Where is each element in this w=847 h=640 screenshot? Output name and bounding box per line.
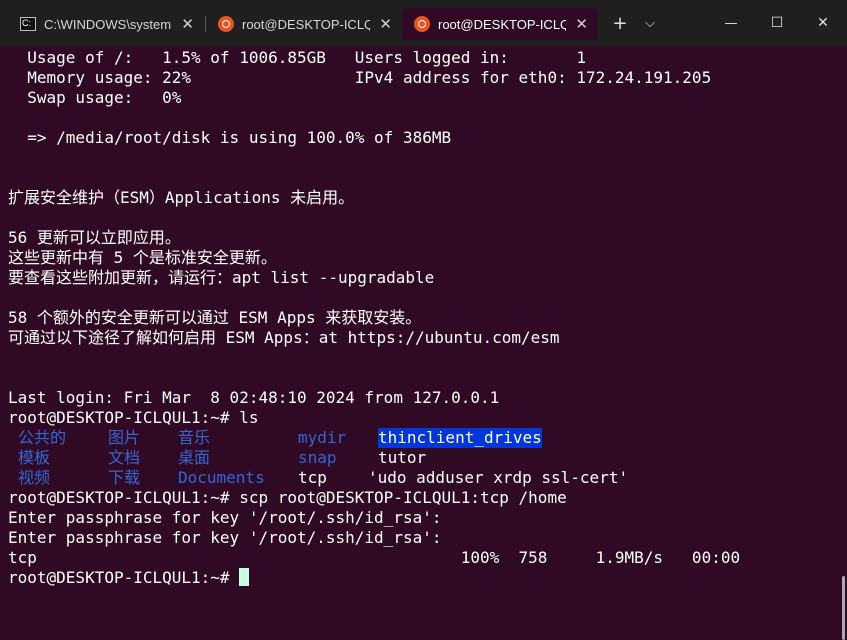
terminal-line: Swap usage: 0% [8,88,182,107]
ls-entry: 模板 [18,448,51,467]
terminal-line: Enter passphrase for key '/root/.ssh/id_… [8,508,442,527]
ls-entry: 音乐 [178,428,211,447]
tab-label: root@DESKTOP-ICLQUL1: ~ [438,16,566,32]
ls-entry: 文档 [108,448,141,467]
close-window-button[interactable]: ✕ [800,8,846,38]
ls-entry: 桌面 [178,448,211,467]
ubuntu-icon [218,16,234,32]
maximize-button[interactable]: ☐ [754,8,800,38]
tab-ubuntu-1[interactable]: root@DESKTOP-ICLQUL1: ~ ✕ [206,8,402,40]
minimize-button[interactable]: — [708,8,754,38]
cmd-icon: C: [20,17,36,31]
title-bar: C: C:\WINDOWS\system32\cmd.exe ✕ root@DE… [0,0,847,46]
terminal-output[interactable]: Usage of /: 1.5% of 1006.85GB Users logg… [0,46,847,640]
terminal-line: 58 个额外的安全更新可以通过 ESM Apps 来获取安装。 [8,308,422,327]
terminal-line: 要查看这些附加更新，请运行：apt list --upgradable [8,268,435,287]
tab-label: C:\WINDOWS\system32\cmd.exe [44,16,172,32]
ls-entry: tutor [378,448,427,467]
new-tab-button[interactable]: + [606,8,634,38]
ls-entry: mydir [298,428,347,447]
tab-label: root@DESKTOP-ICLQUL1: ~ [242,16,370,32]
current-prompt[interactable]: root@DESKTOP-ICLQUL1:~# [8,568,250,588]
terminal-line: root@DESKTOP-ICLQUL1:~# scp root@DESKTOP… [8,488,567,507]
terminal-line: Last login: Fri Mar 8 02:48:10 2024 from… [8,388,500,407]
ls-entry: 图片 [108,428,141,447]
transfer-progress-line: tcp 100% 758 1.9MB/s 00:00 [8,548,741,567]
ls-entry: 下载 [108,468,141,487]
text-cursor [239,568,250,586]
terminal-line: Usage of /: 1.5% of 1006.85GB Users logg… [8,48,586,67]
ls-entry: 视频 [18,468,51,487]
close-icon[interactable]: ✕ [575,15,588,33]
scrollbar[interactable] [842,576,845,640]
prompt-line: root@DESKTOP-ICLQUL1:~# ls [8,408,259,427]
ubuntu-icon [414,16,430,32]
tab-cmd[interactable]: C: C:\WINDOWS\system32\cmd.exe ✕ [8,8,204,40]
terminal-line: Memory usage: 22% IPv4 address for eth0:… [8,68,712,87]
ls-entry: Documents [178,468,265,487]
terminal-line: 扩展安全维护（ESM）Applications 未启用。 [8,188,355,207]
ls-entry: 'udo adduser xrdp ssl-cert' [368,468,629,487]
ls-entry-highlighted: thinclient_drives [378,428,542,448]
tab-dropdown-button[interactable]: ⌵ [636,8,664,38]
close-icon[interactable]: ✕ [181,15,194,33]
terminal-line: => /media/root/disk is using 100.0% of 3… [8,128,452,147]
ls-entry: snap [298,448,337,467]
tab-ubuntu-2[interactable]: root@DESKTOP-ICLQUL1: ~ ✕ [402,8,598,40]
terminal-line: 这些更新中有 5 个是标准安全更新。 [8,248,277,267]
terminal-line: 可通过以下途径了解如何启用 ESM Apps：at https://ubuntu… [8,328,560,347]
terminal-line: 56 更新可以立即应用。 [8,228,181,247]
terminal-line: Enter passphrase for key '/root/.ssh/id_… [8,528,442,547]
ls-entry: tcp [298,468,327,487]
ls-entry: 公共的 [18,428,67,447]
close-icon[interactable]: ✕ [379,15,392,33]
prompt-text: root@DESKTOP-ICLQUL1:~# [8,568,240,587]
